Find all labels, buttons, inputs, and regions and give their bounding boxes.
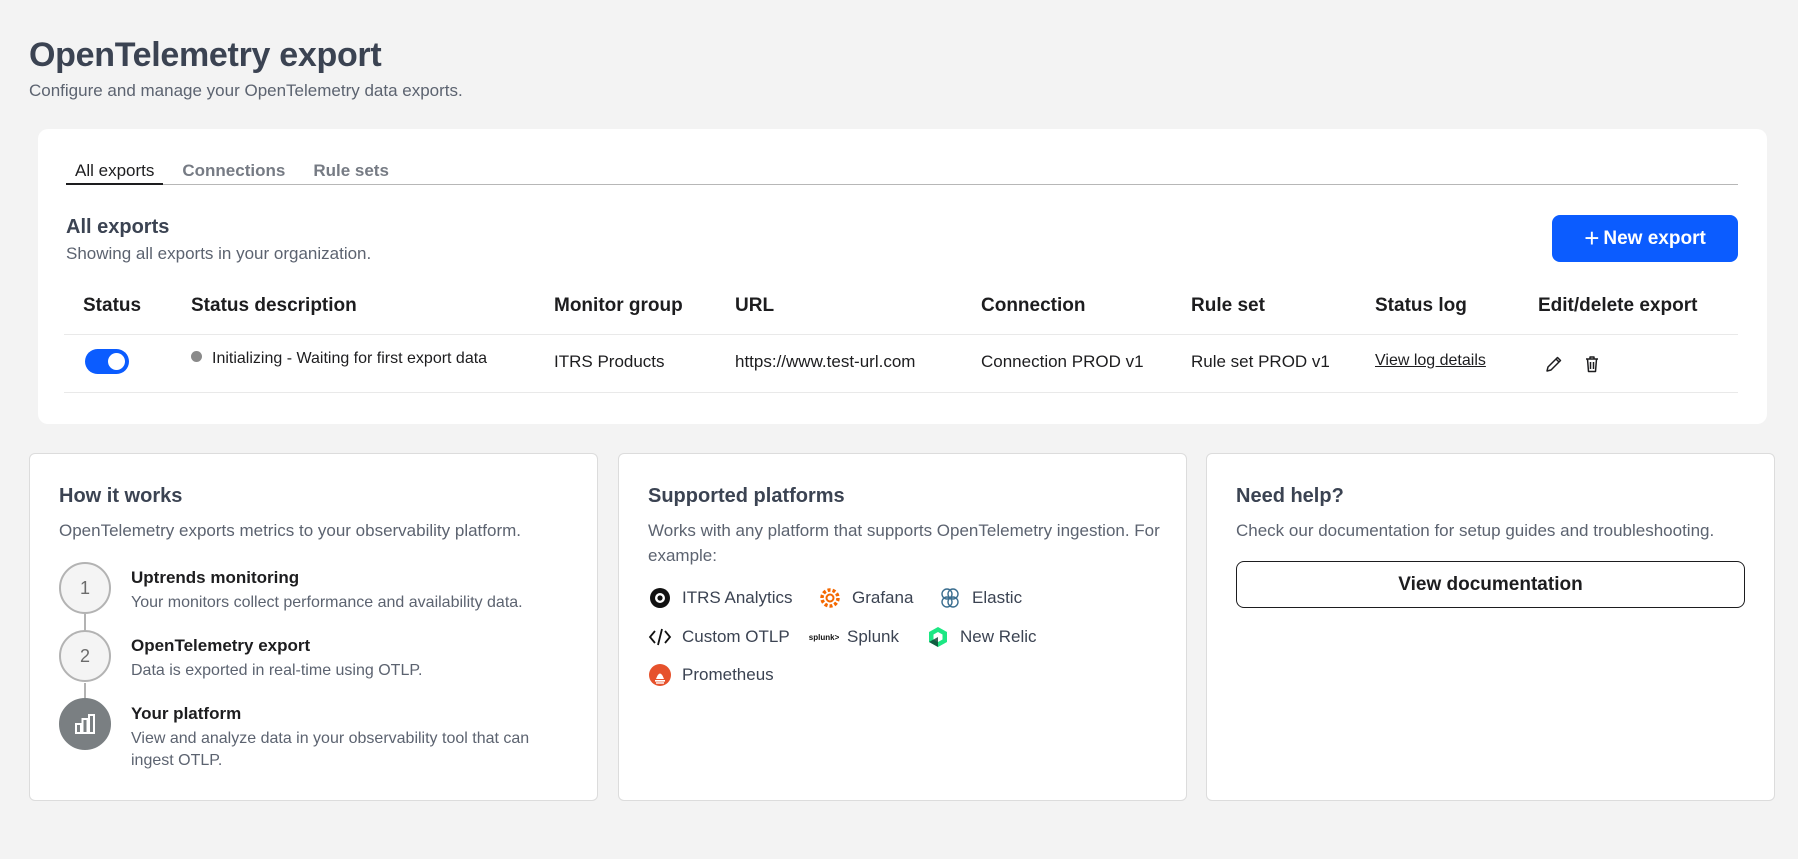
platform-itrs: ITRS Analytics [648, 586, 793, 610]
platform-name: ITRS Analytics [682, 588, 793, 607]
exports-table: Status Status description Monitor group … [64, 277, 1738, 393]
step-1-marker: 1 [59, 562, 111, 614]
step-2-description: Data is exported in real-time using OTLP… [131, 662, 423, 679]
itrs-icon [648, 586, 672, 610]
platform-prometheus: Prometheus [648, 663, 774, 687]
status-log-cell: View log details [1375, 350, 1486, 370]
column-header-rule-set: Rule set [1191, 295, 1265, 316]
chart-icon [59, 698, 111, 750]
help-description: Check our documentation for setup guides… [1236, 521, 1715, 540]
step-3-title: Your platform [131, 704, 242, 723]
monitor-group-cell: ITRS Products [554, 352, 665, 371]
how-it-works-title: How it works [59, 485, 183, 507]
tab-all-exports[interactable]: All exports [66, 162, 164, 185]
status-toggle[interactable] [85, 349, 129, 374]
newrelic-icon [926, 625, 950, 649]
platform-splunk: splunk> Splunk [808, 625, 899, 649]
help-card: Need help? Check our documentation for s… [1206, 453, 1775, 801]
edit-icon[interactable] [1542, 352, 1566, 376]
exports-card: All exports Connections Rule sets All ex… [38, 129, 1767, 424]
new-export-label: New export [1603, 227, 1706, 249]
tab-connections[interactable]: Connections [173, 162, 294, 185]
column-header-status-log: Status log [1375, 295, 1467, 316]
platform-name: Custom OTLP [682, 627, 790, 646]
new-export-button[interactable]: + New export [1552, 215, 1738, 262]
tab-bar: All exports Connections Rule sets [66, 162, 1738, 185]
platform-new-relic: New Relic [926, 625, 1037, 649]
column-header-status-description: Status description [191, 295, 357, 316]
elastic-icon [938, 586, 962, 610]
step-1-title: Uptrends monitoring [131, 568, 300, 587]
table-row: Initializing - Waiting for first export … [64, 335, 1738, 393]
step-1-description: Your monitors collect performance and av… [131, 594, 523, 611]
page-subtitle: Configure and manage your OpenTelemetry … [29, 81, 463, 100]
status-description-text: Initializing - Waiting for first export … [212, 350, 488, 367]
step-2-title: OpenTelemetry export [131, 636, 311, 655]
platform-elastic: Elastic [938, 586, 1022, 610]
toggle-knob [108, 353, 125, 370]
step-2-marker: 2 [59, 630, 111, 682]
platform-name: Prometheus [682, 665, 774, 684]
section-title: All exports [66, 216, 170, 238]
column-header-edit-delete: Edit/delete export [1538, 295, 1698, 316]
how-it-works-description: OpenTelemetry exports metrics to your ob… [59, 521, 522, 540]
section-subtitle: Showing all exports in your organization… [66, 244, 372, 263]
splunk-icon: splunk> [808, 632, 840, 642]
code-icon [648, 625, 672, 649]
tab-rule-sets[interactable]: Rule sets [304, 162, 398, 185]
page-header: OpenTelemetry export Configure and manag… [29, 36, 463, 101]
platform-name: Elastic [972, 588, 1023, 607]
help-title: Need help? [1236, 485, 1344, 507]
column-header-monitor-group: Monitor group [554, 295, 683, 316]
delete-icon[interactable] [1580, 352, 1604, 376]
column-header-status: Status [83, 295, 142, 316]
plus-icon: + [1584, 222, 1600, 253]
supported-platforms-card: Supported platforms Works with any platf… [618, 453, 1187, 801]
platforms-title: Supported platforms [648, 485, 845, 507]
column-header-url: URL [735, 295, 775, 316]
how-it-works-card: How it works OpenTelemetry exports metri… [29, 453, 598, 801]
platform-custom-otlp: Custom OTLP [648, 625, 790, 649]
rule-set-cell: Rule set PROD v1 [1191, 352, 1330, 371]
step-3-description: View and analyze data in your observabil… [131, 730, 530, 769]
view-log-link[interactable]: View log details [1375, 352, 1486, 369]
prometheus-icon [648, 663, 672, 687]
platforms-description: Works with any platform that supports Op… [648, 521, 1160, 565]
platform-name: Splunk [847, 627, 899, 646]
platform-name: Grafana [852, 588, 914, 607]
column-header-connection: Connection [981, 295, 1086, 316]
view-documentation-button[interactable]: View documentation [1236, 561, 1745, 608]
grafana-icon [818, 586, 842, 610]
platform-grafana: Grafana [818, 586, 913, 610]
url-cell: https://www.test-url.com [735, 352, 916, 371]
platform-name: New Relic [960, 627, 1037, 646]
step-connector [84, 614, 86, 631]
status-description-cell: Initializing - Waiting for first export … [191, 350, 487, 368]
connection-cell: Connection PROD v1 [981, 352, 1144, 371]
status-dot-icon [191, 351, 202, 362]
table-header: Status Status description Monitor group … [64, 277, 1738, 335]
page-title: OpenTelemetry export [29, 36, 382, 74]
